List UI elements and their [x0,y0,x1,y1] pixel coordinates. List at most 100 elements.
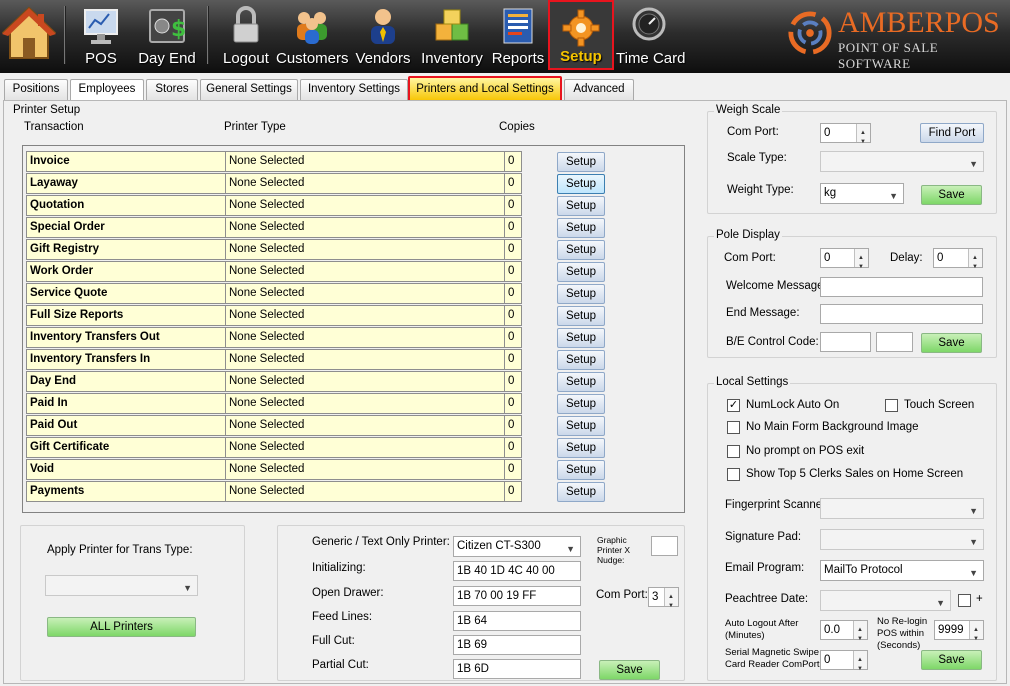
welcome-message-input[interactable] [820,277,983,297]
printer-type-cell[interactable]: None Selected [225,217,506,238]
copies-cell[interactable]: 0 [504,239,522,260]
printer-type-cell[interactable]: None Selected [225,371,506,392]
toolbar-logout[interactable]: Logout [220,0,272,70]
copies-cell[interactable]: 0 [504,305,522,326]
generic-printer-select[interactable]: Citizen CT-S300 ▼ [453,536,581,557]
all-printers-button[interactable]: ALL Printers [47,617,196,637]
auto-logout-spinner[interactable]: 0.0 ▲ ▼ [820,620,868,642]
copies-cell[interactable]: 0 [504,151,522,172]
pole-delay-spinner[interactable]: 0 ▲ ▼ [933,248,983,270]
printer-type-cell[interactable]: None Selected [225,173,506,194]
weigh-scale-save-button[interactable]: Save [921,185,982,205]
peachtree-checkbox[interactable] [958,594,971,607]
setup-button[interactable]: Setup [557,394,605,414]
toolbar-setup[interactable]: Setup [548,0,614,70]
b-control-code-input[interactable] [820,332,871,352]
spinner-arrows-icon[interactable]: ▲ ▼ [853,651,867,672]
copies-cell[interactable]: 0 [504,393,522,414]
tab-positions[interactable]: Positions [4,79,68,100]
copies-cell[interactable]: 0 [504,349,522,370]
toolbar-pos[interactable]: POS [80,0,122,70]
setup-button[interactable]: Setup [557,460,605,480]
printer-type-cell[interactable]: None Selected [225,393,506,414]
printer-type-cell[interactable]: None Selected [225,283,506,304]
printer-type-cell[interactable]: None Selected [225,415,506,436]
local-settings-save-button[interactable]: Save [921,650,982,670]
copies-cell[interactable]: 0 [504,415,522,436]
setup-button[interactable]: Setup [557,372,605,392]
spinner-arrows-icon[interactable]: ▲ ▼ [853,621,867,642]
copies-cell[interactable]: 0 [504,437,522,458]
setup-button[interactable]: Setup [557,328,605,348]
copies-cell[interactable]: 0 [504,261,522,282]
tab-employees[interactable]: Employees [70,79,144,100]
toolbar-time-card[interactable]: Time Card [616,0,685,70]
scale-com-port-spinner[interactable]: 0 ▲ ▼ [820,123,871,145]
end-message-input[interactable] [820,304,983,324]
no-prompt-exit-checkbox[interactable] [727,445,740,458]
open-drawer-input[interactable]: 1B 70 00 19 FF [453,586,581,606]
toolbar-vendors[interactable]: Vendors [354,0,412,70]
copies-cell[interactable]: 0 [504,371,522,392]
copies-cell[interactable]: 0 [504,459,522,480]
setup-button[interactable]: Setup [557,240,605,260]
signature-pad-select[interactable]: ▼ [820,529,984,550]
copies-cell[interactable]: 0 [504,173,522,194]
spinner-arrows-icon[interactable]: ▲ ▼ [969,621,983,642]
serial-swipe-spinner[interactable]: 0 ▲ ▼ [820,650,868,672]
setup-button[interactable]: Setup [557,416,605,436]
email-program-select[interactable]: MailTo Protocol ▼ [820,560,984,581]
printer-type-cell[interactable]: None Selected [225,437,506,458]
pole-com-port-spinner[interactable]: 0 ▲ ▼ [820,248,869,270]
initializing-input[interactable]: 1B 40 1D 4C 40 00 [453,561,581,581]
tab-printers-and-local-settings[interactable]: Printers and Local Settings [408,76,562,103]
printer-type-cell[interactable]: None Selected [225,459,506,480]
copies-cell[interactable]: 0 [504,481,522,502]
numlock-checkbox[interactable]: ✓ [727,399,740,412]
setup-button[interactable]: Setup [557,438,605,458]
setup-button[interactable]: Setup [557,218,605,238]
spinner-arrows-icon[interactable]: ▲ ▼ [664,588,678,609]
fingerprint-scanner-select[interactable]: ▼ [820,498,984,519]
toolbar-customers[interactable]: Customers [276,0,349,70]
tab-stores[interactable]: Stores [146,79,198,100]
printer-type-cell[interactable]: None Selected [225,261,506,282]
copies-cell[interactable]: 0 [504,217,522,238]
partial-cut-input[interactable]: 1B 6D [453,659,581,679]
show-top-clerks-checkbox[interactable] [727,468,740,481]
find-port-button[interactable]: Find Port [920,123,984,143]
generic-com-port-spinner[interactable]: 3 ▲ ▼ [648,587,679,609]
printer-type-cell[interactable]: None Selected [225,239,506,260]
full-cut-input[interactable]: 1B 69 [453,635,581,655]
feed-lines-input[interactable]: 1B 64 [453,611,581,631]
toolbar-home[interactable] [0,0,58,70]
setup-button[interactable]: Setup [557,482,605,502]
setup-button[interactable]: Setup [557,174,605,194]
printer-type-cell[interactable]: None Selected [225,349,506,370]
pole-display-save-button[interactable]: Save [921,333,982,353]
tab-inventory-settings[interactable]: Inventory Settings [300,79,408,100]
tab-advanced[interactable]: Advanced [564,79,634,100]
toolbar-day-end[interactable]: $ Day End [138,0,196,70]
toolbar-inventory[interactable]: Inventory [419,0,485,70]
relogin-spinner[interactable]: 9999 ▲ ▼ [934,620,984,642]
setup-button[interactable]: Setup [557,350,605,370]
printer-type-cell[interactable]: None Selected [225,151,506,172]
scale-type-select[interactable]: ▼ [820,151,984,172]
generic-printer-save-button[interactable]: Save [599,660,660,680]
copies-cell[interactable]: 0 [504,195,522,216]
setup-button[interactable]: Setup [557,306,605,326]
no-background-checkbox[interactable] [727,421,740,434]
spinner-arrows-icon[interactable]: ▲ ▼ [856,124,870,145]
printer-type-cell[interactable]: None Selected [225,195,506,216]
spinner-arrows-icon[interactable]: ▲ ▼ [968,249,982,270]
setup-button[interactable]: Setup [557,262,605,282]
printer-type-cell[interactable]: None Selected [225,305,506,326]
weight-type-select[interactable]: kg ▼ [820,183,904,204]
peachtree-date-select[interactable]: ▼ [820,590,951,611]
setup-button[interactable]: Setup [557,152,605,172]
copies-cell[interactable]: 0 [504,327,522,348]
toolbar-reports[interactable]: Reports [491,0,545,70]
spinner-arrows-icon[interactable]: ▲ ▼ [854,249,868,270]
printer-type-cell[interactable]: None Selected [225,481,506,502]
